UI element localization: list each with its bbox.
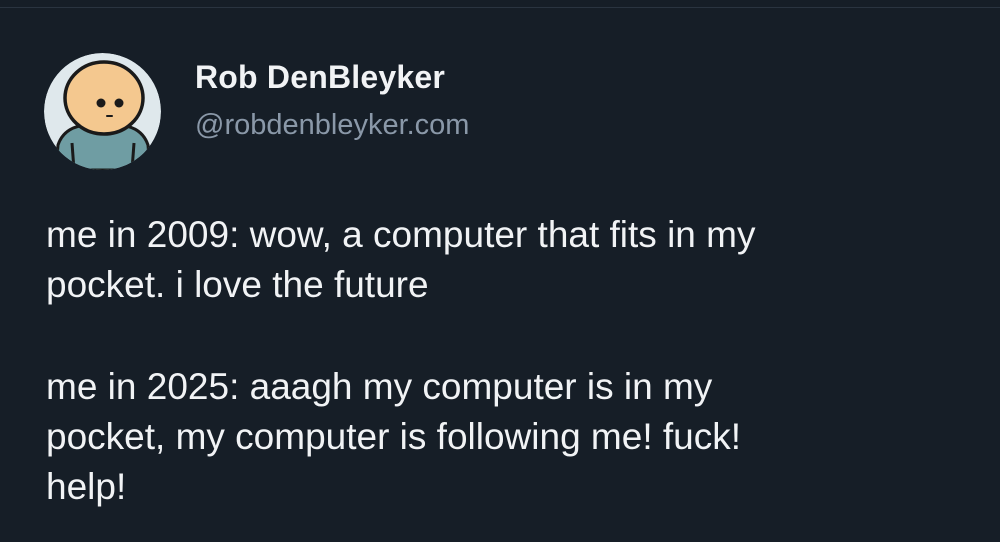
- post-paragraph: me in 2025: aaagh my computer is in my p…: [46, 362, 966, 512]
- post-text-line: pocket. i love the future: [46, 264, 429, 305]
- post: Rob DenBleyker @robdenbleyker.com me in …: [0, 0, 1000, 542]
- cartoon-character-avatar-icon: [44, 53, 161, 170]
- post-text-line: me in 2009: wow, a computer that fits in…: [46, 214, 756, 255]
- post-body: me in 2009: wow, a computer that fits in…: [46, 210, 966, 512]
- post-paragraph: me in 2009: wow, a computer that fits in…: [46, 210, 966, 310]
- author-handle[interactable]: @robdenbleyker.com: [195, 109, 469, 142]
- author-display-name[interactable]: Rob DenBleyker: [195, 59, 445, 96]
- post-text-line: pocket, my computer is following me! fuc…: [46, 416, 742, 457]
- post-text-line: me in 2025: aaagh my computer is in my: [46, 366, 713, 407]
- avatar[interactable]: [44, 53, 161, 170]
- post-text-line: help!: [46, 466, 127, 507]
